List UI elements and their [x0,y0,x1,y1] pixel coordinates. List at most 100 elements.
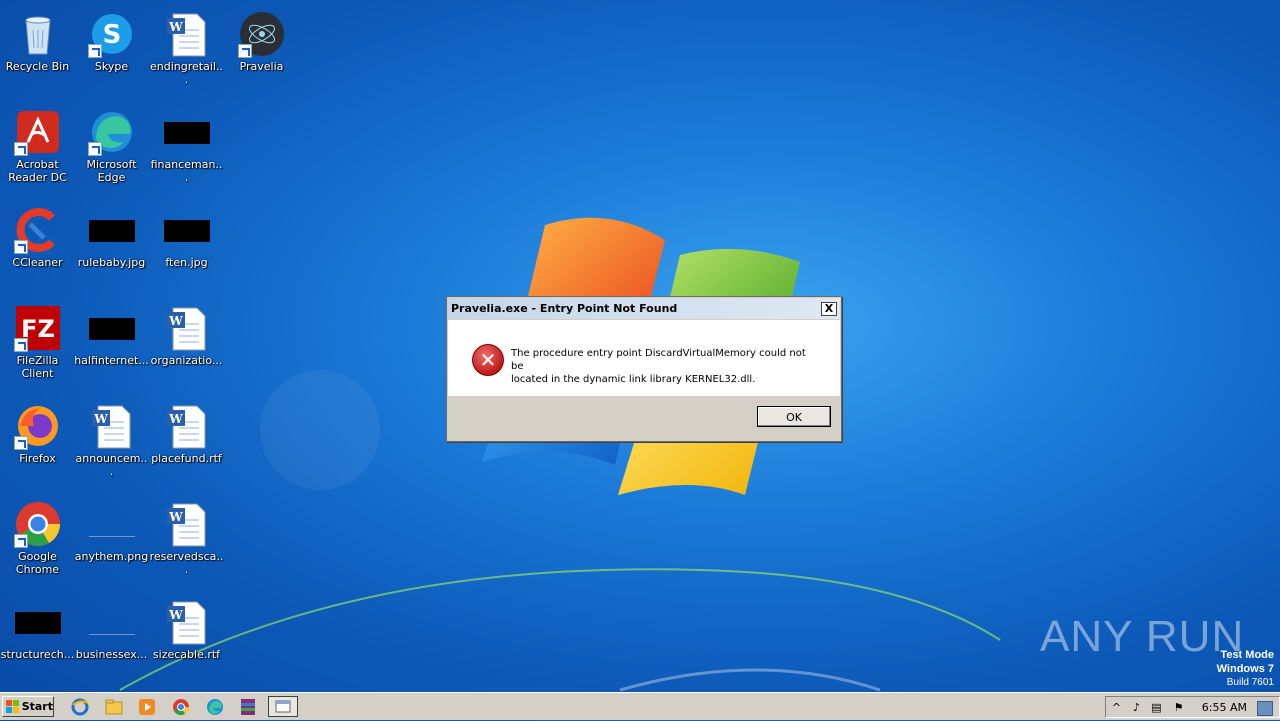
desktop-icon-edge[interactable]: Microsoft Edge [74,102,149,192]
desktop-icon-organizatio[interactable]: W organizatio... [149,298,224,388]
desktop-icon-label: businessex... [75,648,148,661]
close-button[interactable]: X [821,301,837,316]
acrobat-icon [13,108,62,156]
desktop-icon-label: financeman... [150,158,223,184]
media-player-icon[interactable] [137,697,157,717]
desktop-icon-rulebaby[interactable]: rulebaby.jpg [74,200,149,290]
desktop-icon-label: organizatio... [150,354,223,367]
desktop-icon-label: Firefox [19,452,56,465]
desktop-icon-halfinternet[interactable]: halfinternet... [74,298,149,388]
desktop-icon-label: ften.jpg [165,256,208,269]
firefox-icon [13,402,62,450]
desktop-icon-label: FileZilla Client [16,354,59,380]
pravelia-icon [237,10,286,58]
desktop-icon-label: sizecable.rtf [152,648,221,661]
desktop-icon-acrobat[interactable]: Acrobat Reader DC [0,102,75,192]
desktop-icon-label: endingretail... [150,60,223,86]
dialog-body: ✕ The procedure entry point DiscardVirtu… [448,320,840,396]
desktop-icon-recycle-bin[interactable]: Recycle Bin [0,4,75,94]
desktop-icon-endingretail[interactable]: W endingretail... [149,4,224,94]
active-window-taskbar-button[interactable] [268,696,298,717]
chevron-up-icon[interactable]: ^ [1110,701,1123,714]
desktop-icon-label: Skype [94,60,129,73]
anyrun-watermark: ANY RUN [1040,612,1245,661]
desktop-icon-reservedsca[interactable]: W reservedsca... [149,494,224,584]
chrome-taskbar-icon[interactable] [171,697,191,717]
desktop-icon-label: rulebaby.jpg [77,256,146,269]
flag-icon[interactable]: ⚑ [1172,701,1185,714]
file-thumbnail-icon [88,206,136,254]
desktop-icon-placefund[interactable]: W placefund.rtf [149,396,224,486]
internet-explorer-icon[interactable] [70,697,90,717]
desktop-icon-label: Google Chrome [15,550,60,576]
edge-taskbar-icon[interactable] [205,697,225,717]
desktop-icon-label: Recycle Bin [5,60,70,73]
word-document-icon: W [88,402,136,450]
desktop-icon-announcem[interactable]: W announcem... [74,396,149,486]
file-thumbnail-icon [163,206,211,254]
desktop-icon-label: anythem.png [74,550,149,563]
desktop-icon-label: announcem... [75,452,148,478]
error-icon: ✕ [472,344,504,376]
svg-text:W: W [168,412,183,426]
desktop-icon-label: structurech... [0,648,75,661]
desktop-icon-businessex[interactable]: businessex... [74,592,149,682]
speaker-icon[interactable]: ♪ [1130,701,1143,714]
network-icon[interactable]: ▤ [1150,701,1163,714]
desktop-icon-firefox[interactable]: Firefox [0,396,75,486]
start-label: Start [21,700,53,713]
word-document-icon: W [163,500,211,548]
desktop-icon-skype[interactable]: S Skype [74,4,149,94]
dialog-message-line: located in the dynamic link library KERN… [511,374,756,385]
file-thumbnail-icon [14,598,62,646]
system-tray: ^ ♪ ▤ ⚑ 6:55 AM [1105,696,1280,718]
svg-text:W: W [168,510,183,524]
dialog-message-line: The procedure entry point DiscardVirtual… [511,348,806,372]
svg-text:S: S [102,20,121,50]
desktop-icon-label: Pravelia [239,60,284,73]
dialog-titlebar[interactable]: Pravelia.exe - Entry Point Not Found X [448,298,840,319]
desktop-icon-label: reservedsca... [149,550,224,576]
desktop-icon-structurech[interactable]: structurech... [0,592,75,682]
word-document-icon: W [163,402,211,450]
windows-flag-icon [6,700,19,713]
desktop-icon-ccleaner[interactable]: CCleaner [0,200,75,290]
clock[interactable]: 6:55 AM [1202,701,1247,714]
recycle-bin-icon [14,10,62,58]
test-mode-notice: Test Mode Windows 7 Build 7601 [1217,648,1274,690]
start-button[interactable]: Start [2,696,54,717]
desktop-icon-filezilla[interactable]: FZ FileZilla Client [0,298,75,388]
desktop-icon-ften[interactable]: ften.jpg [149,200,224,290]
show-desktop-icon[interactable] [1257,701,1273,716]
desktop-icon-label: Acrobat Reader DC [8,158,67,184]
svg-text:W: W [168,608,183,622]
edge-icon [87,108,136,156]
desktop-icon-label: Microsoft Edge [86,158,137,184]
file-thumbnail-icon [88,304,136,352]
chrome-icon [13,500,62,548]
test-mode-line: Test Mode [1220,649,1274,661]
svg-text:W: W [168,314,183,328]
skype-icon: S [87,10,136,58]
taskbar: Start ^ ♪ ▤ ⚑ 6:55 AM [0,692,1280,720]
build-line: Build 7601 [1226,677,1274,688]
ok-button[interactable]: OK [757,406,831,427]
winrar-icon[interactable] [238,697,258,717]
desktop-icon-pravelia[interactable]: Pravelia [224,4,299,94]
file-thumbnail-icon [88,598,136,646]
word-document-icon: W [163,10,211,58]
desktop-icon-anythem[interactable]: anythem.png [74,494,149,584]
desktop-icon-chrome[interactable]: Google Chrome [0,494,75,584]
desktop-icon-label: CCleaner [12,256,63,269]
file-thumbnail-icon [88,500,136,548]
desktop-icon-sizecable[interactable]: W sizecable.rtf [149,592,224,682]
windows-version-line: Windows 7 [1216,663,1274,675]
desktop-icon-label: placefund.rtf [151,452,222,465]
desktop-icon-label: halfinternet... [74,354,149,367]
file-explorer-icon[interactable] [104,697,124,717]
word-document-icon: W [163,304,211,352]
error-dialog: Pravelia.exe - Entry Point Not Found X ✕… [446,296,842,442]
ccleaner-icon [13,206,62,254]
desktop-icon-financeman[interactable]: financeman... [149,102,224,192]
dialog-message: The procedure entry point DiscardVirtual… [511,347,821,386]
